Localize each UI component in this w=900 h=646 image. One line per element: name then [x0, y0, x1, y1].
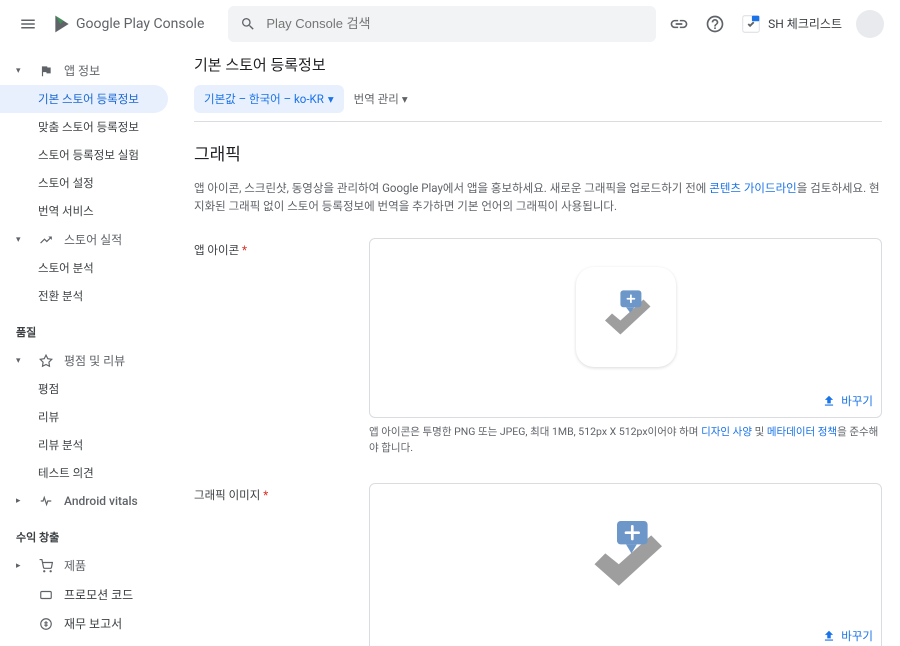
section-description: 앱 아이콘, 스크린샷, 동영상을 관리하여 Google Play에서 앱을 …: [194, 179, 882, 216]
sidebar-item-store-analysis[interactable]: 스토어 분석: [0, 254, 176, 282]
metadata-policy-link[interactable]: 메타데이터 정책: [767, 425, 837, 438]
upload-icon: [822, 629, 836, 643]
chevron-right-icon: ▸: [16, 496, 26, 506]
search-box[interactable]: [228, 6, 656, 42]
sidebar-item-main-store-listing[interactable]: 기본 스토어 등록정보: [0, 85, 168, 113]
change-app-icon-button[interactable]: 바꾸기: [822, 393, 873, 409]
logo[interactable]: Google Play Console: [52, 14, 204, 34]
sidebar-item-review-analysis[interactable]: 리뷰 분석: [0, 431, 176, 459]
logo-text: Google Play Console: [76, 16, 204, 32]
sidebar-item-app-info[interactable]: ▾ 앱 정보: [0, 56, 176, 85]
sidebar-item-reviews[interactable]: 리뷰: [0, 403, 176, 431]
flag-icon: [38, 63, 54, 79]
sidebar-item-conversion-analysis[interactable]: 전환 분석: [0, 282, 176, 310]
star-icon: [38, 353, 54, 369]
sidebar-item-monetization-setup[interactable]: 수익 창출 설정: [0, 638, 176, 646]
sidebar-item-store-performance[interactable]: ▾ 스토어 실적: [0, 225, 176, 254]
sidebar-item-store-experiments[interactable]: 스토어 등록정보 실험: [0, 141, 176, 169]
main-content: 기본 스토어 등록정보 기본값 – 한국어 – ko-KR ▾ 번역 관리 ▾ …: [176, 48, 900, 646]
field-label-graphic-image: 그래픽 이미지 *: [194, 483, 369, 646]
app-icon-upload-box[interactable]: 바꾸기: [369, 238, 882, 418]
sidebar-section-monetize: 수익 창출: [0, 515, 176, 551]
field-label-app-icon: 앱 아이콘 *: [194, 238, 369, 456]
app-icon-preview: [576, 267, 676, 367]
translation-management-link[interactable]: 번역 관리 ▾: [354, 91, 408, 107]
avatar[interactable]: [856, 10, 884, 38]
sidebar-item-store-settings[interactable]: 스토어 설정: [0, 169, 176, 197]
graphic-image-preview: [501, 502, 751, 612]
chevron-down-icon: ▾: [328, 92, 334, 106]
link-icon[interactable]: [668, 13, 690, 35]
sidebar-item-android-vitals[interactable]: ▸ Android vitals: [0, 487, 176, 515]
chevron-down-icon: ▾: [402, 92, 408, 106]
content-guidelines-link[interactable]: 콘텐츠 가이드라인: [709, 181, 797, 195]
sidebar-item-custom-store-listing[interactable]: 맞춤 스토어 등록정보: [0, 113, 176, 141]
sidebar-item-products[interactable]: ▸ 제품: [0, 551, 176, 580]
search-input[interactable]: [266, 16, 644, 31]
tag-icon: [38, 587, 54, 603]
trending-icon: [38, 232, 54, 248]
sidebar: ▾ 앱 정보 기본 스토어 등록정보 맞춤 스토어 등록정보 스토어 등록정보 …: [0, 48, 176, 646]
section-title-graphics: 그래픽: [194, 140, 882, 165]
change-graphic-image-button[interactable]: 바꾸기: [822, 628, 873, 644]
sidebar-item-promo-codes[interactable]: 프로모션 코드: [0, 580, 176, 609]
checklist-label: SH 체크리스트: [768, 15, 842, 32]
sidebar-item-ratings[interactable]: 평점: [0, 375, 176, 403]
search-icon: [240, 16, 256, 32]
chevron-right-icon: ▸: [16, 561, 26, 571]
vitals-icon: [38, 493, 54, 509]
design-spec-link[interactable]: 디자인 사양: [701, 425, 752, 438]
help-icon[interactable]: [704, 13, 726, 35]
chevron-down-icon: ▾: [16, 66, 26, 76]
graphic-image-upload-box[interactable]: 바꾸기: [369, 483, 882, 646]
sidebar-section-quality: 품질: [0, 310, 176, 346]
page-title: 기본 스토어 등록정보: [194, 54, 882, 75]
money-icon: [38, 616, 54, 632]
sidebar-item-ratings-reviews[interactable]: ▾ 평점 및 리뷰: [0, 346, 176, 375]
cart-icon: [38, 558, 54, 574]
sidebar-item-translation[interactable]: 번역 서비스: [0, 197, 176, 225]
chevron-down-icon: ▾: [16, 235, 26, 245]
checklist-chip[interactable]: SH 체크리스트: [740, 13, 842, 35]
upload-icon: [822, 394, 836, 408]
language-chip[interactable]: 기본값 – 한국어 – ko-KR ▾: [194, 85, 344, 113]
menu-icon[interactable]: [16, 12, 40, 36]
app-icon-help: 앱 아이콘은 투명한 PNG 또는 JPEG, 최대 1MB, 512px X …: [369, 424, 882, 456]
sidebar-item-test-feedback[interactable]: 테스트 의견: [0, 459, 176, 487]
sidebar-item-financial-reports[interactable]: 재무 보고서: [0, 609, 176, 638]
chevron-down-icon: ▾: [16, 356, 26, 366]
